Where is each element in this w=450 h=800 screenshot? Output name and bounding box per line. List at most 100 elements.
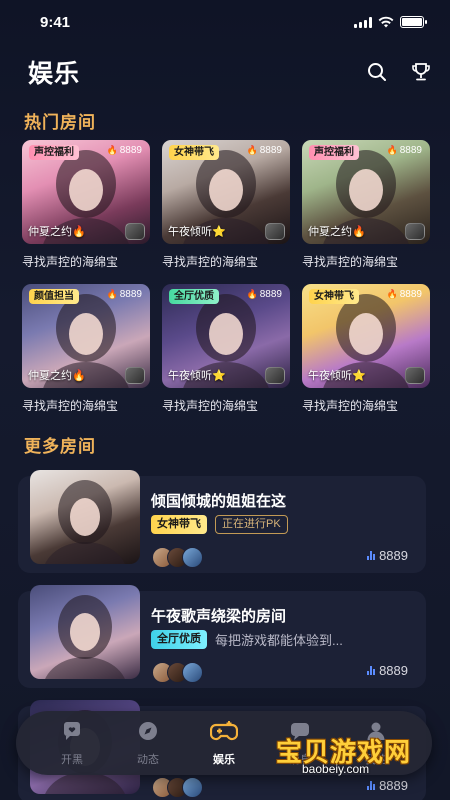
watermark-logo: 宝贝游戏网 baobeiy.com <box>276 728 426 780</box>
flame-icon: 🔥 <box>246 289 258 299</box>
heat-count: 🔥 8889 <box>247 289 282 300</box>
tab-label: 娱乐 <box>213 753 235 766</box>
room-cover-image: 声控福利 🔥 8889 仲夏之约🔥 <box>22 140 150 244</box>
room-tag: 颜值担当 <box>29 289 79 304</box>
watermark-url: baobeiy.com <box>302 762 370 776</box>
hot-room-card[interactable]: 女神带飞 🔥 8889 午夜倾听⭐ 寻找声控的海绵宝 <box>302 284 430 414</box>
hot-room-card[interactable]: 颜值担当 🔥 8889 仲夏之约🔥 寻找声控的海绵宝 <box>22 284 150 414</box>
audience-avatars <box>152 662 203 683</box>
host-name: 仲夏之约🔥 <box>28 223 86 239</box>
flame-icon: 🔥 <box>106 145 118 155</box>
host-badge-icon: ⭐ <box>212 370 226 382</box>
hot-room-card[interactable]: 声控福利 🔥 8889 仲夏之约🔥 寻找声控的海绵宝 <box>22 140 150 270</box>
room-title: 午夜歌声绕梁的房间 <box>151 608 287 625</box>
host-label: 午夜倾听 <box>168 370 212 382</box>
signal-bars-icon <box>367 666 376 675</box>
online-count-value: 8889 <box>379 663 408 678</box>
host-badge-icon: ⭐ <box>212 226 226 238</box>
room-cover-image: 颜值担当 🔥 8889 仲夏之约🔥 <box>22 284 150 388</box>
room-tag: 全厅优质 <box>169 289 219 304</box>
hot-rooms-title: 热门房间 <box>24 113 96 132</box>
room-cover-image <box>30 470 140 564</box>
host-avatar <box>125 223 145 240</box>
heat-value: 8889 <box>119 289 142 300</box>
audience-avatar <box>182 662 203 683</box>
room-title: 倾国倾城的姐姐在这 <box>151 493 287 510</box>
online-count: 8889 <box>367 778 408 793</box>
compass-icon <box>137 720 159 747</box>
room-tag: 全厅优质 <box>151 630 207 649</box>
status-icons <box>354 16 427 28</box>
more-rooms-title: 更多房间 <box>24 437 96 456</box>
host-name: 午夜倾听⭐ <box>308 367 366 383</box>
room-name: 寻找声控的海绵宝 <box>22 399 119 413</box>
trophy-icon <box>412 63 430 81</box>
host-label: 仲夏之约 <box>28 226 72 238</box>
tab-0[interactable]: 开黑 <box>42 720 102 767</box>
tab-2[interactable]: 娱乐 <box>194 720 254 767</box>
host-name: 午夜倾听⭐ <box>168 367 226 383</box>
room-tag: 声控福利 <box>309 145 359 160</box>
hot-room-card[interactable]: 女神带飞 🔥 8889 午夜倾听⭐ 寻找声控的海绵宝 <box>162 140 290 270</box>
flame-icon: 🔥 <box>246 145 258 155</box>
online-count-value: 8889 <box>379 548 408 563</box>
online-count: 8889 <box>367 663 408 678</box>
room-cover-image: 全厅优质 🔥 8889 午夜倾听⭐ <box>162 284 290 388</box>
page-title: 娱乐 <box>28 60 81 88</box>
status-bar: 9:41 <box>0 0 450 44</box>
leaderboard-button[interactable] <box>410 61 432 83</box>
tab-label: 开黑 <box>61 753 83 766</box>
room-cover-image: 女神带飞 🔥 8889 午夜倾听⭐ <box>302 284 430 388</box>
cellular-signal-icon <box>354 16 372 28</box>
battery-icon <box>400 16 427 28</box>
gamepad-icon <box>209 720 239 747</box>
search-button[interactable] <box>366 61 388 83</box>
audience-avatars <box>152 777 203 798</box>
heat-count: 🔥 8889 <box>107 145 142 156</box>
pk-status-badge: 正在进行PK <box>215 515 288 534</box>
heat-count: 🔥 8889 <box>387 289 422 300</box>
tab-1[interactable]: 动态 <box>118 720 178 767</box>
status-time: 9:41 <box>40 13 71 31</box>
room-cover-image <box>30 585 140 679</box>
heat-count: 🔥 8889 <box>247 145 282 156</box>
search-icon <box>368 63 386 81</box>
heat-value: 8889 <box>259 145 282 156</box>
header-actions <box>366 61 432 83</box>
heat-value: 8889 <box>119 145 142 156</box>
heat-count: 🔥 8889 <box>107 289 142 300</box>
hot-rooms-grid: 声控福利 🔥 8889 仲夏之约🔥 寻找声控的海绵宝 女神带飞 🔥 8889 午夜倾听⭐ 寻找声控… <box>22 140 430 414</box>
flame-icon: 🔥 <box>386 289 398 299</box>
host-label: 仲夏之约 <box>308 226 352 238</box>
room-tag: 女神带飞 <box>169 145 219 160</box>
room-tags: 女神带飞 正在进行PK <box>151 515 288 534</box>
room-list-item[interactable]: 倾国倾城的姐姐在这 女神带飞 正在进行PK 8889 <box>18 470 426 573</box>
room-tag: 女神带飞 <box>151 515 207 534</box>
heat-value: 8889 <box>259 289 282 300</box>
host-avatar <box>265 223 285 240</box>
host-label: 午夜倾听 <box>168 226 212 238</box>
signal-bars-icon <box>367 781 376 790</box>
host-badge-icon: 🔥 <box>72 370 86 382</box>
hot-room-card[interactable]: 全厅优质 🔥 8889 午夜倾听⭐ 寻找声控的海绵宝 <box>162 284 290 414</box>
room-tags: 全厅优质 每把游戏都能体验到... <box>151 630 343 649</box>
room-name: 寻找声控的海绵宝 <box>302 255 399 269</box>
online-count: 8889 <box>367 548 408 563</box>
room-tag: 女神带飞 <box>309 289 359 304</box>
online-count-value: 8889 <box>379 778 408 793</box>
host-avatar <box>405 223 425 240</box>
audience-avatars <box>152 547 203 568</box>
wifi-icon <box>378 16 394 28</box>
room-name: 寻找声控的海绵宝 <box>22 255 119 269</box>
room-cover-image: 声控福利 🔥 8889 仲夏之约🔥 <box>302 140 430 244</box>
room-tag: 声控福利 <box>29 145 79 160</box>
room-name: 寻找声控的海绵宝 <box>162 399 259 413</box>
host-avatar <box>265 367 285 384</box>
room-list-item[interactable]: 午夜歌声绕梁的房间全厅优质 每把游戏都能体验到... 8889 <box>18 585 426 688</box>
host-name: 仲夏之约🔥 <box>28 367 86 383</box>
heart-chat-icon <box>61 720 83 747</box>
host-avatar <box>405 367 425 384</box>
tab-label: 动态 <box>137 753 159 766</box>
audience-avatar <box>182 547 203 568</box>
hot-room-card[interactable]: 声控福利 🔥 8889 仲夏之约🔥 寻找声控的海绵宝 <box>302 140 430 270</box>
